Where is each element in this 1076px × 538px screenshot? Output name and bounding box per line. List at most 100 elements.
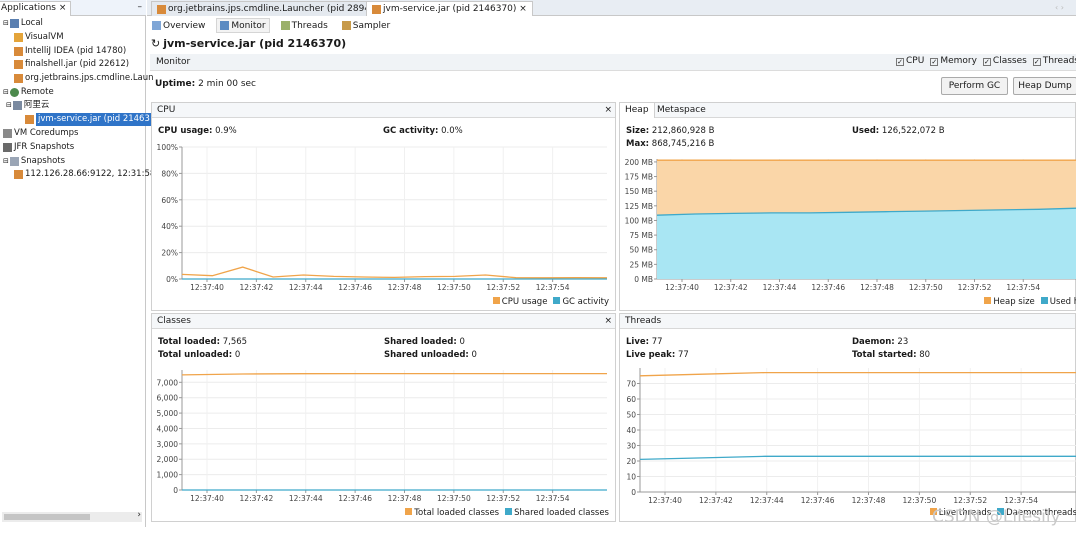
gc-activity-stat: GC activity: 0.0% [383,126,463,136]
chart-toggles: ✓ CPU ✓ Memory ✓ Classes ✓ Threads [896,56,1076,66]
y-tick-label: 20% [161,249,178,258]
tree-item-snapshots[interactable]: ⊟ Snapshots [3,155,65,168]
daemon-stat: Daemon: 23 [852,337,909,347]
y-tick-label: 7,000 [157,378,179,387]
y-tick-label: 70 [626,380,636,389]
y-tick-label: 1,000 [157,471,179,480]
chevron-right-icon[interactable]: › [137,510,141,520]
applications-header: Applications × – [0,0,146,16]
overview-icon [152,21,161,30]
tab-threads[interactable]: Threads [278,18,331,33]
legend-used-heap: Used heap [1040,297,1076,307]
tree-item-remote[interactable]: ⊟ Remote [3,86,54,99]
y-tick-label: 5,000 [157,409,179,418]
x-tick-label: 12:37:42 [714,283,748,292]
y-tick-label: 30 [626,442,636,451]
y-tick-label: 125 MB [625,202,653,211]
shared-unloaded-stat: Shared unloaded: 0 [384,350,477,360]
y-tick-label: 10 [626,473,636,482]
legend-shared-loaded: Shared loaded classes [505,508,609,518]
java-icon [14,74,23,83]
x-tick-label: 12:37:42 [240,283,274,292]
y-tick-label: 100 MB [625,216,653,225]
y-tick-label: 60 [626,395,636,404]
x-tick-label: 12:37:40 [190,283,224,292]
y-tick-label: 0% [166,275,178,284]
tree-item-coredumps[interactable]: VM Coredumps [3,127,78,140]
java-icon [14,60,23,69]
sidebar-scrollbar[interactable]: › [2,510,142,522]
cpu-legend: CPU usage GC activity [492,297,609,307]
tab-metaspace[interactable]: Metaspace [657,105,706,115]
close-icon[interactable]: × [604,105,612,115]
perform-gc-button[interactable]: Perform GC [941,77,1008,95]
tree-item-visualvm[interactable]: VisualVM [14,31,64,44]
tab-jvm-service[interactable]: jvm-service.jar (pid 2146370) × [366,1,533,16]
tab-overview[interactable]: Overview [149,18,208,33]
x-tick-label: 12:37:48 [852,496,886,505]
tab-scroll-arrows-icon[interactable]: ‹ › [1055,3,1064,12]
checkbox-threads[interactable]: ✓ Threads [1032,56,1076,66]
tab-monitor[interactable]: Monitor [216,18,270,33]
legend-gc-activity: GC activity [553,297,609,307]
x-tick-label: 12:37:48 [388,283,422,292]
tree-item-local[interactable]: ⊟ Local [3,17,43,30]
tree-item-intellij[interactable]: IntelliJ IDEA (pid 14780) [14,45,126,58]
tab-sampler[interactable]: Sampler [339,18,393,33]
tree-item-snapshot-1[interactable]: 112.126.28.66:9122, 12:31:58 [14,168,155,181]
x-tick-label: 12:37:52 [958,283,992,292]
cpu-panel-title: CPU [157,105,176,115]
y-tick-label: 3,000 [157,440,179,449]
java-icon [14,47,23,56]
threads-chart: 0 10 20 30 40 50 60 70 12:37:40 12:37:42 12:37:44 1… [626,368,1076,505]
host-icon [12,101,22,110]
x-tick-label: 12:37:54 [1004,496,1038,505]
y-tick-label: 0 MB [634,275,653,284]
x-tick-label: 12:37:52 [486,283,520,292]
tree-item-finalshell[interactable]: finalshell.jar (pid 22612) [14,58,129,71]
x-tick-label: 12:37:50 [437,283,471,292]
heap-chart: 0 MB 25 MB 50 MB 75 MB 100 MB 125 MB 150 MB 175… [625,158,1076,292]
x-tick-label: 12:37:48 [388,494,422,503]
close-icon[interactable]: × [604,316,612,326]
y-tick-label: 2,000 [157,455,179,464]
heap-dump-button[interactable]: Heap Dump [1013,77,1076,95]
heap-used-stat: Used: 126,522,072 B [852,126,945,136]
x-tick-label: 12:37:54 [536,494,570,503]
y-tick-label: 50 MB [629,246,653,255]
tree-item-jvm-service[interactable]: jvm-service.jar (pid 21463 [25,113,152,126]
x-tick-label: 12:37:46 [338,494,372,503]
classes-chart: 0 1,000 2,000 3,000 4,000 5,000 6,000 7,000 12:3… [157,370,607,503]
heap-legend: Heap size Used heap [984,297,1076,307]
checkbox-classes[interactable]: ✓ Classes [982,56,1027,66]
y-tick-label: 60% [161,196,178,205]
tree-item-jps-launcher[interactable]: org.jetbrains.jps.cmdline.Laun [14,72,154,85]
applications-tab[interactable]: Applications × [0,1,72,16]
x-tick-label: 12:37:42 [699,496,733,505]
network-icon [9,88,19,97]
x-tick-label: 12:37:46 [338,283,372,292]
checkbox-cpu[interactable]: ✓ CPU [896,56,924,66]
tab-heap[interactable]: Heap [620,103,655,118]
tree-item-aliyun[interactable]: ⊟ 阿里云 [6,99,49,112]
scrollbar-thumb[interactable] [4,514,90,520]
total-loaded-stat: Total loaded: 7,565 [158,337,248,347]
minimize-icon[interactable]: – [138,2,143,12]
total-unloaded-stat: Total unloaded: 0 [158,350,241,360]
checkbox-memory[interactable]: ✓ Memory [930,56,977,66]
coredump-icon [3,129,12,138]
y-tick-label: 150 MB [625,187,653,196]
refresh-icon: ↻ [151,37,161,50]
y-tick-label: 6,000 [157,394,179,403]
series-line-daemon-threads [639,455,1076,461]
cpu-chart: 0% 20% 40% 60% 80% 100% 12:37:40 12:37:42 12:37:… [157,143,608,292]
x-tick-label: 12:37:40 [648,496,682,505]
applications-panel: Applications × – ⊟ Local VisualVM Intelli… [0,0,155,527]
x-tick-label: 12:37:48 [860,283,894,292]
tree-item-jfr[interactable]: JFR Snapshots [3,141,74,154]
heap-max-stat: Max: 868,745,216 B [626,139,715,149]
tab-jps-launcher[interactable]: org.jetbrains.jps.cmdline.Launcher (pid … [151,1,396,16]
y-tick-label: 25 MB [629,260,653,269]
shared-loaded-stat: Shared loaded: 0 [384,337,465,347]
x-tick-label: 12:37:50 [903,496,937,505]
